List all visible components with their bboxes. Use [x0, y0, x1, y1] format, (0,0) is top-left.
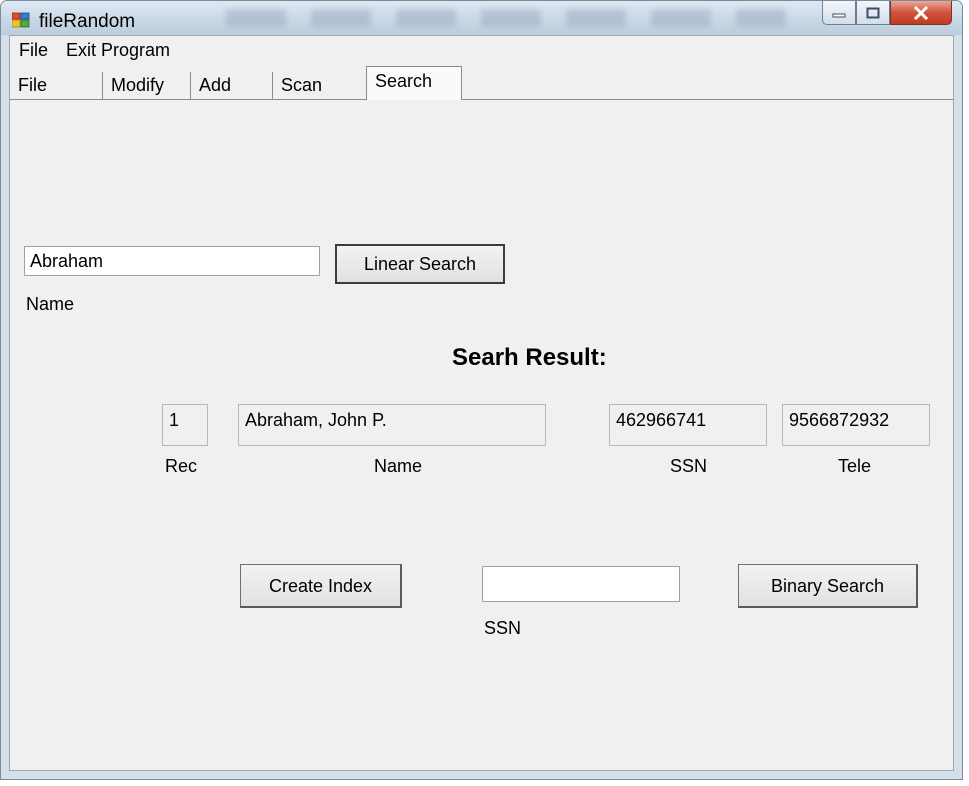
binary-search-button[interactable]: Binary Search [738, 564, 918, 608]
menu-exit-program[interactable]: Exit Program [57, 40, 179, 61]
tab-file[interactable]: File [10, 72, 102, 99]
name-label: Name [26, 294, 75, 314]
ssn-input-label: SSN [484, 618, 522, 638]
close-icon [913, 5, 929, 20]
minimize-icon [832, 13, 846, 17]
title-bar[interactable]: fileRandom [1, 1, 962, 35]
tab-modify[interactable]: Modify [102, 72, 190, 99]
app-window: fileRandom File Exit Program File Modify… [0, 0, 963, 780]
window-title: fileRandom [39, 11, 136, 32]
ssn-search-input[interactable] [482, 566, 680, 602]
search-tab-page: Name Linear Search Searh Result: 1 Rec A… [10, 100, 953, 770]
tab-strip: File Modify Add Scan Search [10, 64, 953, 100]
rec-output: 1 [162, 404, 208, 446]
menu-bar: File Exit Program [10, 36, 953, 64]
tele-output: 9566872932 [782, 404, 930, 446]
ssn-output: 462966741 [609, 404, 767, 446]
result-name-label: Name [374, 456, 423, 476]
tele-label: Tele [838, 456, 872, 476]
rec-label: Rec [165, 456, 198, 476]
search-result-heading: Searh Result: [452, 344, 607, 371]
maximize-button[interactable] [856, 1, 890, 25]
menu-file[interactable]: File [10, 40, 57, 61]
ssn-output-label: SSN [670, 456, 708, 476]
maximize-icon [866, 7, 880, 18]
client-area: File Exit Program File Modify Add Scan S… [9, 35, 954, 771]
caption-buttons [822, 1, 952, 27]
linear-search-button[interactable]: Linear Search [335, 244, 505, 284]
blurred-background-titlebar [226, 9, 786, 27]
tab-search[interactable]: Search [366, 66, 462, 100]
close-button[interactable] [890, 1, 952, 25]
tab-add[interactable]: Add [190, 72, 272, 99]
minimize-button[interactable] [822, 1, 856, 25]
tab-scan[interactable]: Scan [272, 72, 358, 99]
create-index-button[interactable]: Create Index [240, 564, 402, 608]
name-search-input[interactable] [24, 246, 320, 276]
result-name-output: Abraham, John P. [238, 404, 546, 446]
application-icon [12, 12, 30, 28]
